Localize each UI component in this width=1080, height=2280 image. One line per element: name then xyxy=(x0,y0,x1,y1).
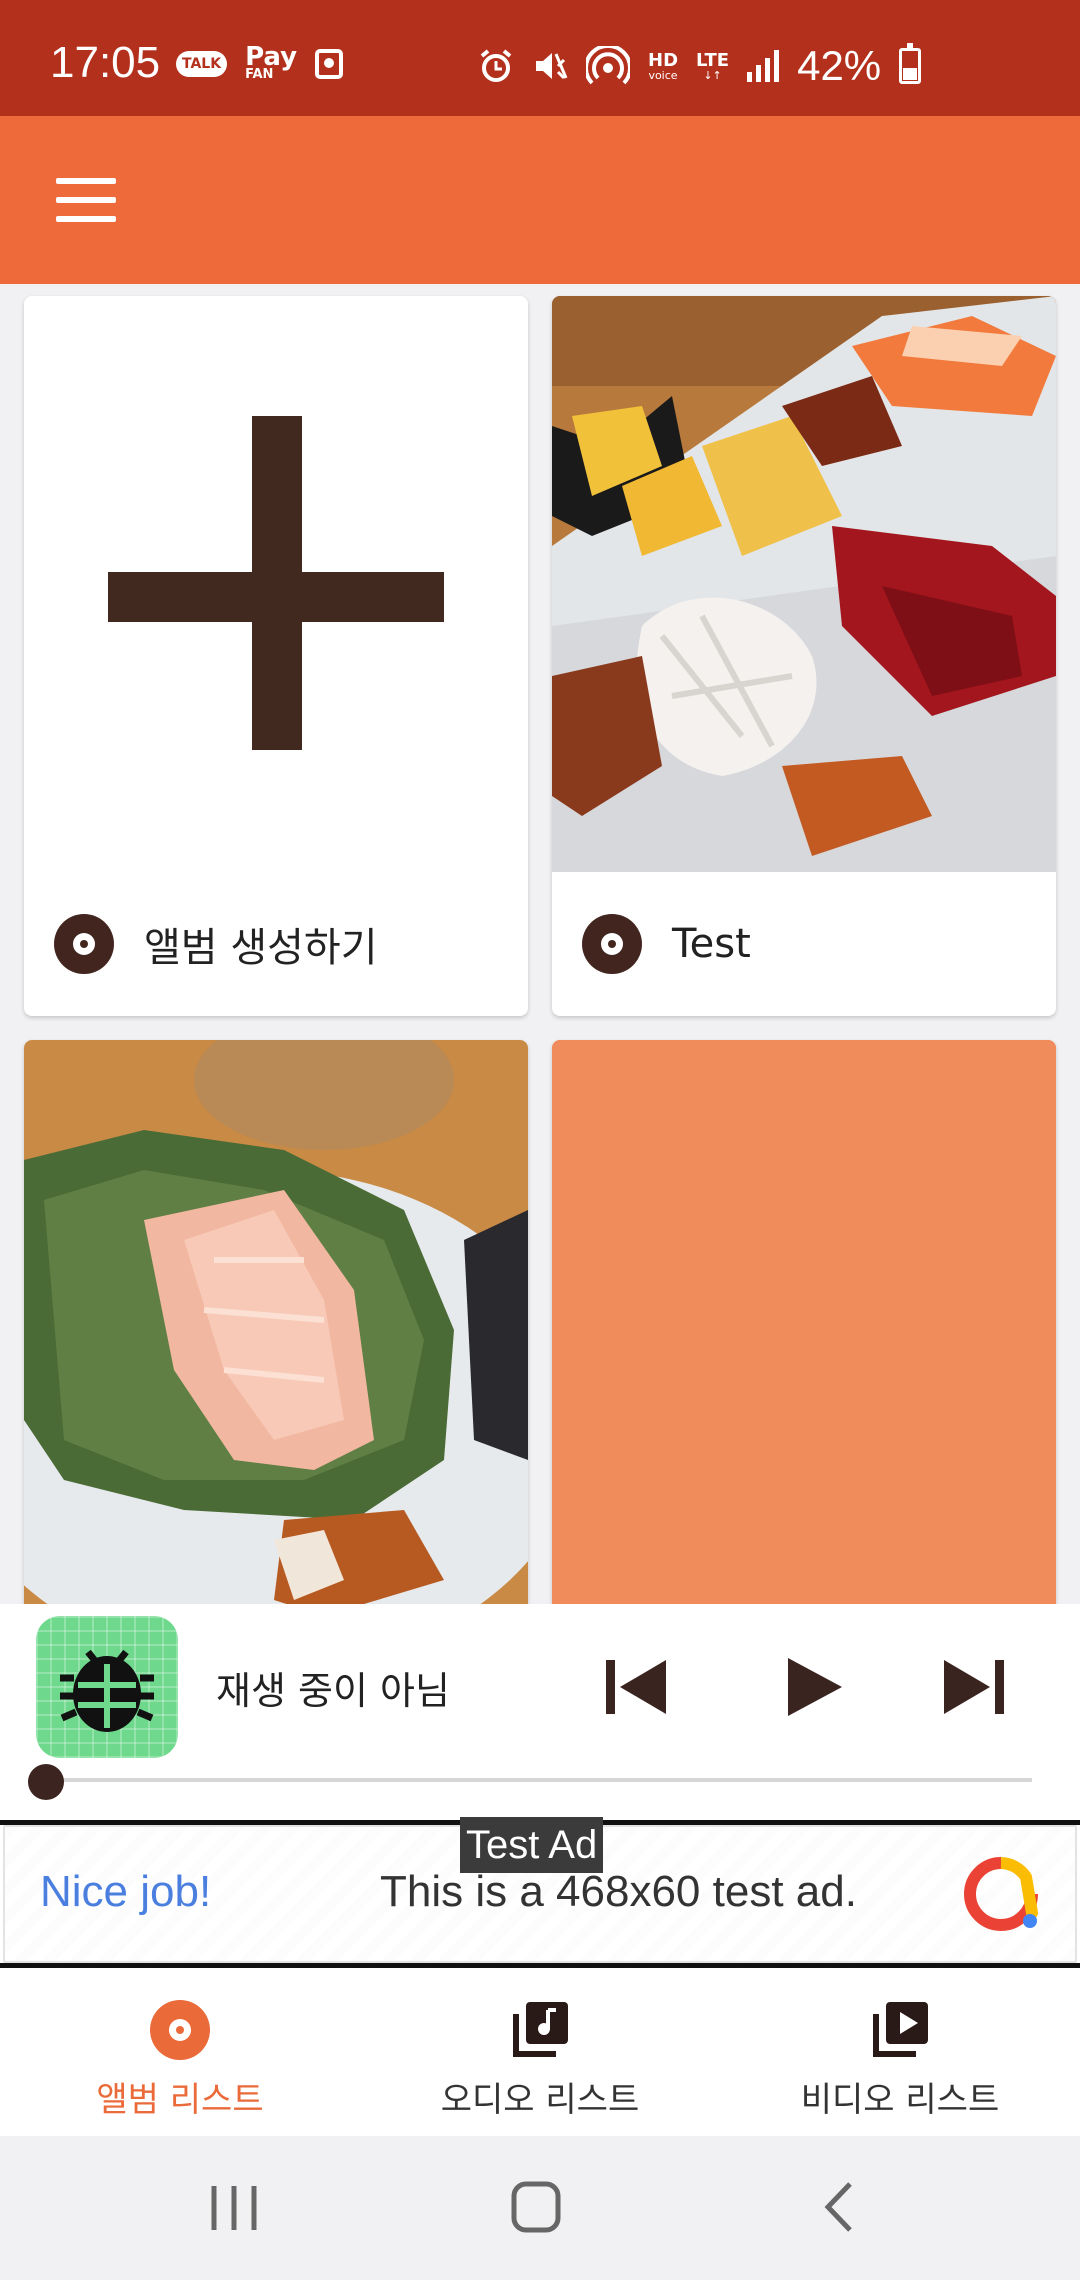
bug-icon xyxy=(60,1649,154,1732)
ad-tag: Test Ad xyxy=(460,1817,604,1873)
back-icon xyxy=(824,2182,852,2232)
nav-audio-list-label: 오디오 리스트 xyxy=(440,2080,640,2120)
skip-next-button[interactable] xyxy=(928,1644,1018,1730)
mini-player: 재생 중이 아님 xyxy=(0,1604,1080,1820)
album-grid: 앨범 생성하기 Test xyxy=(0,284,1080,1604)
nav-album-list[interactable]: 앨범 리스트 xyxy=(0,1968,360,2136)
alarm-icon xyxy=(480,49,512,82)
play-button[interactable] xyxy=(766,1644,856,1730)
back-button[interactable] xyxy=(800,2176,880,2240)
battery-icon xyxy=(899,43,922,84)
orange-placeholder xyxy=(552,1040,1056,1604)
recents-button[interactable] xyxy=(194,2176,274,2240)
audio-library-icon xyxy=(513,2002,568,2057)
album-card-placeholder[interactable] xyxy=(552,1040,1056,1604)
album-disc-icon xyxy=(54,914,114,974)
lte-icon: LTE ↓↑ xyxy=(696,49,730,82)
google-ads-logo[interactable] xyxy=(962,1855,1040,1933)
mute-icon xyxy=(536,53,568,80)
album-disc-icon xyxy=(582,914,642,974)
skip-next-icon xyxy=(944,1660,1004,1714)
hd-voice-icon: HD voice xyxy=(648,49,679,82)
menu-icon[interactable] xyxy=(56,178,116,222)
kakaotalk-icon: TALK xyxy=(176,50,228,77)
sushi-photo xyxy=(552,296,1056,872)
album-disc-icon xyxy=(150,2000,210,2060)
hotspot-icon xyxy=(586,46,630,85)
skip-previous-button[interactable] xyxy=(592,1644,682,1730)
battery-percent: 42% xyxy=(797,42,882,89)
seek-handle[interactable] xyxy=(28,1764,64,1800)
status-bar: 17:05 TALK Pay FAN HD voice LTE ↓↑ 42% xyxy=(0,0,1080,116)
recents-icon xyxy=(211,2186,257,2230)
bottom-navigation: 앨범 리스트 오디오 리스트 비디오 리스트 xyxy=(0,1968,1080,2136)
ad-banner[interactable]: Test Ad Nice job! This is a 468x60 test … xyxy=(0,1817,1080,1968)
album-card-create[interactable]: 앨범 생성하기 xyxy=(24,296,528,1016)
nav-album-list-label: 앨범 리스트 xyxy=(96,2080,264,2120)
player-artwork xyxy=(36,1616,178,1758)
ad-headline[interactable]: Nice job! xyxy=(40,1867,211,1917)
home-icon xyxy=(511,2181,561,2233)
ad-message[interactable]: This is a 468x60 test ad. xyxy=(380,1867,857,1917)
nav-audio-list[interactable]: 오디오 리스트 xyxy=(360,1968,720,2136)
skip-previous-icon xyxy=(606,1660,666,1714)
signal-icon xyxy=(747,50,780,82)
nav-video-list-label: 비디오 리스트 xyxy=(800,2080,1000,2120)
album-label: Test xyxy=(672,921,751,967)
album-card-salmon[interactable] xyxy=(24,1040,528,1604)
play-icon xyxy=(788,1658,842,1716)
album-card-test[interactable]: Test xyxy=(552,296,1056,1016)
app-bar xyxy=(0,116,1080,284)
screen-record-icon xyxy=(315,48,344,79)
system-navigation-bar xyxy=(0,2136,1080,2280)
nav-video-list[interactable]: 비디오 리스트 xyxy=(720,1968,1080,2136)
create-album-thumbnail xyxy=(24,296,528,872)
status-time: 17:05 xyxy=(50,38,161,87)
album-label: 앨범 생성하기 xyxy=(144,925,378,971)
video-library-icon xyxy=(873,2002,928,2057)
seek-bar[interactable] xyxy=(48,1778,1032,1782)
payfan-icon: Pay FAN xyxy=(245,42,298,83)
salmon-photo xyxy=(24,1040,528,1604)
home-button[interactable] xyxy=(496,2176,576,2240)
player-status: 재생 중이 아님 xyxy=(216,1669,450,1713)
